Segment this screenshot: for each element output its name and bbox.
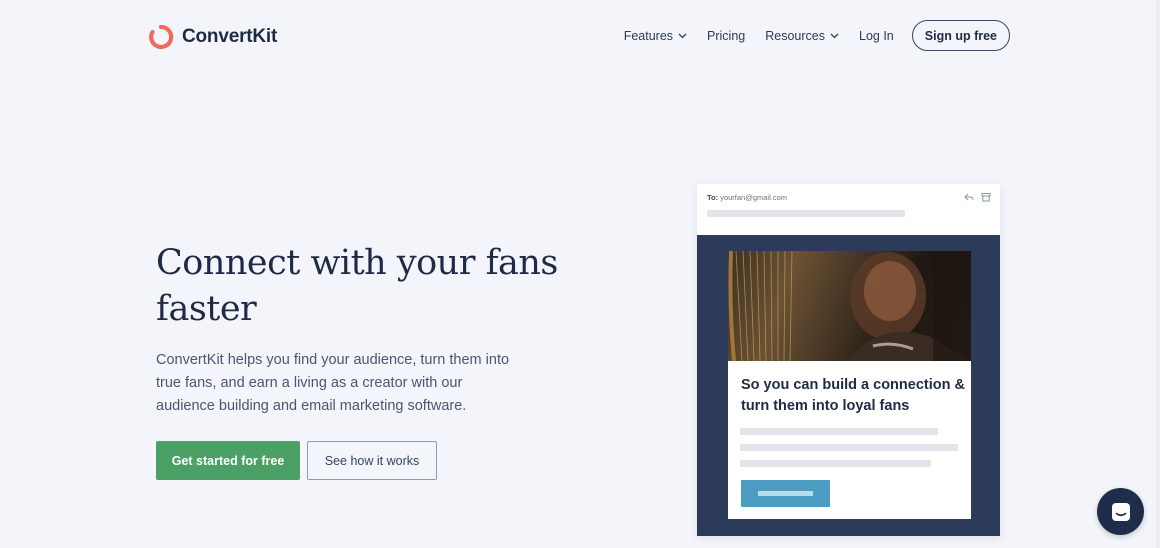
nav-login[interactable]: Log In bbox=[859, 29, 894, 43]
brand-logo[interactable]: ConvertKit bbox=[148, 24, 277, 50]
email-actions bbox=[964, 192, 991, 202]
harpist-photo bbox=[728, 251, 971, 361]
hero-subtitle: ConvertKit helps you find your audience,… bbox=[156, 352, 510, 414]
get-started-button[interactable]: Get started for free bbox=[156, 441, 300, 480]
email-text-placeholder bbox=[740, 428, 938, 435]
nav-pricing[interactable]: Pricing bbox=[707, 29, 745, 43]
nav-pricing-label: Pricing bbox=[707, 28, 746, 43]
chevron-down-icon bbox=[830, 33, 839, 38]
nav-features-label: Features bbox=[623, 28, 674, 43]
nav-resources[interactable]: Resources bbox=[765, 29, 839, 43]
signup-button[interactable]: Sign up free bbox=[911, 20, 1010, 51]
brand-name: ConvertKit bbox=[182, 26, 278, 47]
email-subject-placeholder bbox=[707, 210, 905, 217]
chat-icon bbox=[1111, 502, 1130, 521]
email-recipient: To: yourfan@gmail.com bbox=[707, 193, 787, 202]
email-header: To: yourfan@gmail.com bbox=[697, 184, 1000, 235]
see-how-it-works-button[interactable]: See how it works bbox=[307, 441, 437, 480]
reply-icon bbox=[964, 193, 974, 201]
email-text-placeholder bbox=[740, 460, 931, 467]
nav-login-label: Log In bbox=[859, 28, 894, 43]
convertkit-logo-icon bbox=[149, 24, 174, 50]
nav-features[interactable]: Features bbox=[624, 29, 687, 43]
email-to-label: To: bbox=[707, 193, 719, 202]
email-text-placeholder bbox=[740, 444, 958, 451]
main-nav: Features Pricing Resources Log In Sign u… bbox=[604, 19, 1010, 52]
email-hero-image bbox=[728, 251, 971, 361]
email-body: So you can build a connection & turn the… bbox=[728, 361, 971, 519]
chat-launcher-button[interactable] bbox=[1097, 488, 1144, 535]
scrollbar[interactable] bbox=[1156, 0, 1160, 548]
chevron-down-icon bbox=[678, 33, 687, 38]
nav-resources-label: Resources bbox=[765, 28, 825, 43]
email-headline: So you can build a connection & turn the… bbox=[741, 377, 965, 414]
archive-icon bbox=[981, 193, 991, 202]
hero-title: Connect with your fans faster bbox=[156, 243, 558, 329]
email-cta-placeholder bbox=[741, 480, 830, 507]
email-preview: To: yourfan@gmail.com So you can build a… bbox=[697, 184, 1000, 536]
email-to-address: yourfan@gmail.com bbox=[720, 193, 788, 202]
